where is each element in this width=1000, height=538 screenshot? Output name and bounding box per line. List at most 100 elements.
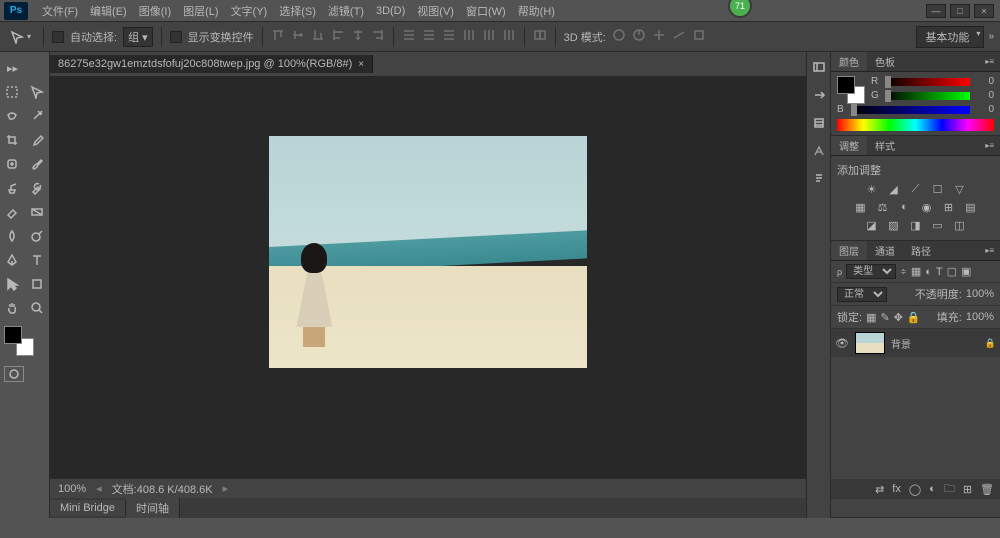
type-tool[interactable] — [25, 248, 50, 272]
blur-tool[interactable] — [0, 224, 25, 248]
quick-mask-toggle[interactable] — [4, 366, 24, 382]
history-brush-tool[interactable] — [25, 176, 50, 200]
layer-mask-icon[interactable]: ◯ — [909, 483, 921, 496]
adjustments-panel-menu[interactable]: ▸≡ — [979, 139, 1000, 152]
magic-wand-tool[interactable] — [25, 104, 50, 128]
tab-adjustments[interactable]: 调整 — [831, 136, 867, 155]
color-lookup-icon[interactable]: ▤ — [964, 200, 978, 214]
move-tool[interactable] — [25, 80, 50, 104]
maximize-button[interactable]: □ — [950, 4, 970, 18]
tab-styles[interactable]: 样式 — [867, 136, 903, 155]
filter-adjust-icon[interactable]: ◐ — [925, 266, 932, 278]
menu-type[interactable]: 文字(Y) — [225, 1, 274, 21]
b-value[interactable]: 0 — [974, 104, 994, 115]
blend-mode-dropdown[interactable]: 正常 — [837, 287, 887, 302]
layer-name[interactable]: 背景 — [891, 336, 979, 351]
layer-group-icon[interactable]: 🗀 — [944, 480, 955, 499]
document-tab[interactable]: 86275e32gw1emztdsfofuj20c808twep.jpg @ 1… — [50, 55, 373, 73]
path-selection-tool[interactable] — [0, 272, 25, 296]
color-panel-swatch[interactable] — [837, 76, 865, 104]
color-balance-icon[interactable]: ⚖ — [876, 200, 890, 214]
filter-smart-icon[interactable]: ▣ — [961, 265, 971, 278]
lock-all-icon[interactable]: 🔒 — [907, 311, 921, 324]
properties-panel-icon[interactable] — [810, 114, 828, 132]
delete-layer-icon[interactable]: 🗑 — [980, 483, 994, 496]
menu-filter[interactable]: 滤镜(T) — [322, 1, 370, 21]
filter-pixel-icon[interactable]: ▦ — [911, 265, 921, 278]
menu-3d[interactable]: 3D(D) — [370, 3, 411, 19]
minimize-button[interactable]: — — [926, 4, 946, 18]
layer-thumbnail[interactable] — [855, 332, 885, 354]
pen-tool[interactable] — [0, 248, 25, 272]
adjustment-layer-icon[interactable]: ◐ — [929, 483, 936, 495]
new-layer-icon[interactable]: ⊞ — [963, 483, 972, 496]
filter-shape-icon[interactable]: ▢ — [947, 265, 957, 278]
lock-pixels-icon[interactable]: ✎ — [880, 311, 889, 324]
zoom-level[interactable]: 100% — [58, 483, 86, 495]
menu-file[interactable]: 文件(F) — [36, 1, 84, 21]
lock-transparency-icon[interactable]: ▦ — [866, 311, 876, 324]
character-panel-icon[interactable] — [810, 142, 828, 160]
photo-filter-icon[interactable]: ◉ — [920, 200, 934, 214]
visibility-toggle-icon[interactable]: 👁 — [835, 337, 849, 350]
menu-view[interactable]: 视图(V) — [411, 1, 460, 21]
menu-image[interactable]: 图像(I) — [133, 1, 177, 21]
show-transform-checkbox[interactable] — [170, 31, 182, 43]
menu-select[interactable]: 选择(S) — [273, 1, 322, 21]
healing-brush-tool[interactable] — [0, 152, 25, 176]
layer-filter-type[interactable]: 类型 — [846, 264, 896, 279]
tab-mini-bridge[interactable]: Mini Bridge — [50, 500, 126, 516]
eyedropper-tool[interactable] — [25, 128, 50, 152]
tab-paths[interactable]: 路径 — [903, 241, 939, 260]
tab-channels[interactable]: 通道 — [867, 241, 903, 260]
gradient-tool[interactable] — [25, 200, 50, 224]
hue-ramp[interactable] — [837, 119, 994, 131]
workspace-switcher[interactable]: 基本功能 — [916, 26, 984, 48]
channel-mixer-icon[interactable]: ⊞ — [942, 200, 956, 214]
tab-timeline[interactable]: 时间轴 — [126, 498, 180, 518]
threshold-icon[interactable]: ◨ — [909, 218, 923, 232]
exposure-icon[interactable]: ☐ — [931, 182, 945, 196]
color-panel-menu[interactable]: ▸≡ — [979, 55, 1000, 68]
collapse-panels-icon[interactable]: » — [988, 31, 994, 42]
dodge-tool[interactable] — [25, 224, 50, 248]
foreground-color-swatch[interactable] — [4, 326, 22, 344]
selective-color-icon[interactable]: ◫ — [953, 218, 967, 232]
history-panel-icon[interactable] — [810, 58, 828, 76]
auto-select-checkbox[interactable] — [52, 31, 64, 43]
menu-window[interactable]: 窗口(W) — [460, 1, 512, 21]
vibrance-icon[interactable]: ▽ — [953, 182, 967, 196]
g-value[interactable]: 0 — [974, 90, 994, 101]
close-button[interactable]: × — [974, 4, 994, 18]
g-slider[interactable] — [885, 92, 970, 100]
menu-edit[interactable]: 编辑(E) — [84, 1, 133, 21]
hue-saturation-icon[interactable]: ▦ — [854, 200, 868, 214]
toolbox-collapse-handle[interactable]: ▸▸ — [0, 56, 25, 80]
layer-effects-icon[interactable]: fx — [892, 483, 901, 495]
gradient-map-icon[interactable]: ▭ — [931, 218, 945, 232]
layers-panel-menu[interactable]: ▸≡ — [979, 244, 1000, 257]
canvas[interactable] — [50, 76, 806, 478]
posterize-icon[interactable]: ▨ — [887, 218, 901, 232]
menu-layer[interactable]: 图层(L) — [177, 1, 224, 21]
r-value[interactable]: 0 — [974, 76, 994, 87]
close-tab-icon[interactable]: × — [358, 59, 364, 70]
tab-layers[interactable]: 图层 — [831, 241, 867, 260]
opacity-value[interactable]: 100% — [966, 288, 994, 300]
tab-color[interactable]: 颜色 — [831, 52, 867, 71]
color-swatch[interactable] — [4, 326, 34, 356]
layer-row[interactable]: 👁 背景 🔒 — [831, 329, 1000, 357]
b-slider[interactable] — [851, 106, 970, 114]
brush-tool[interactable] — [25, 152, 50, 176]
shape-tool[interactable] — [25, 272, 50, 296]
brightness-contrast-icon[interactable]: ☀ — [865, 182, 879, 196]
crop-tool[interactable] — [0, 128, 25, 152]
curves-icon[interactable]: ⟋ — [909, 182, 923, 196]
clone-stamp-tool[interactable] — [0, 176, 25, 200]
hand-tool[interactable] — [0, 296, 25, 320]
lasso-tool[interactable] — [0, 104, 25, 128]
auto-select-target-dropdown[interactable]: 组 ▾ — [123, 27, 153, 47]
zoom-tool[interactable] — [25, 296, 50, 320]
black-white-icon[interactable]: ◐ — [898, 200, 912, 214]
link-layers-icon[interactable]: ⇄ — [875, 483, 884, 496]
